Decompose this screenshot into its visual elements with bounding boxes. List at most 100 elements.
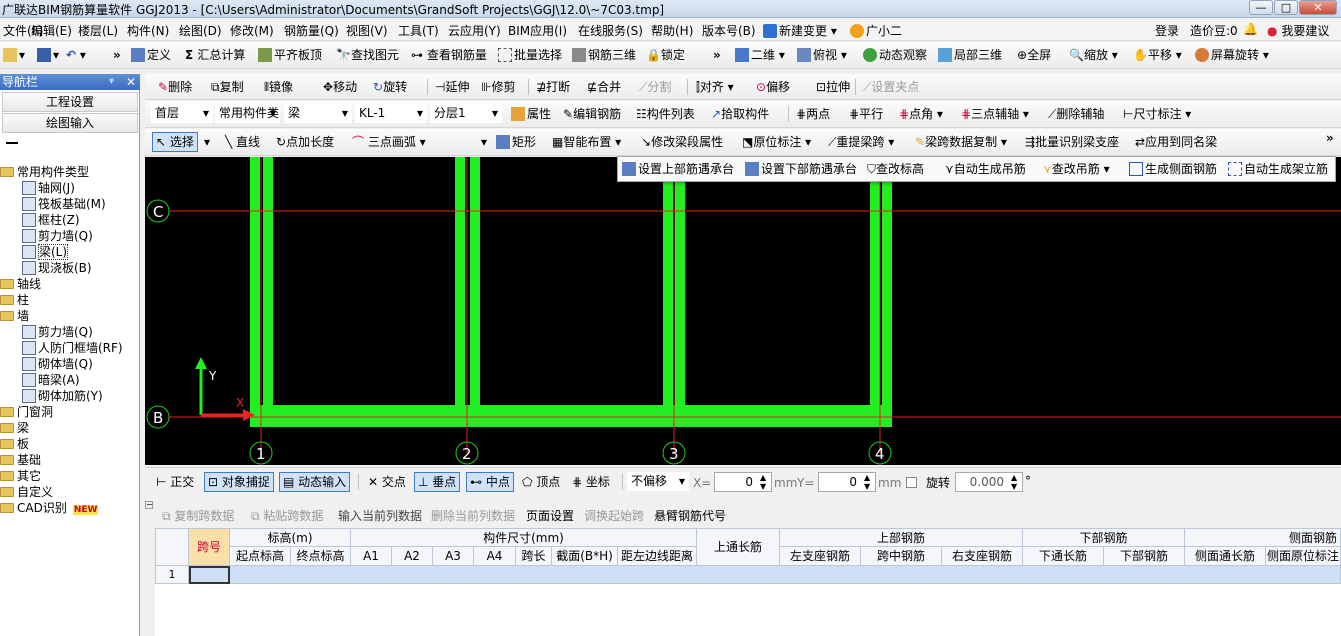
- menu-online[interactable]: 在线服务(S): [578, 22, 643, 39]
- nav-close-icon[interactable]: ✕: [126, 74, 136, 90]
- local-3d-button[interactable]: 局部三维: [938, 47, 1002, 65]
- header-top-through[interactable]: 上通长筋: [697, 528, 780, 566]
- copy-span-button[interactable]: ⧉ 复制跨数据: [162, 507, 234, 524]
- fullscreen-button[interactable]: ⊕全屏: [1017, 47, 1051, 65]
- floor-select[interactable]: 首层 ▼: [151, 104, 213, 123]
- copy-button[interactable]: ⧉复制: [211, 79, 244, 97]
- paste-span-button[interactable]: ⧉ 粘贴跨数据: [251, 507, 323, 524]
- menu-cloud[interactable]: 云应用(Y): [448, 22, 501, 39]
- element-list-button[interactable]: ☷构件列表: [636, 106, 695, 124]
- table-collapse-icon[interactable]: −: [145, 501, 153, 509]
- find-button[interactable]: 🔭查找图元: [336, 47, 399, 65]
- split-button[interactable]: ⟋分割: [639, 79, 671, 97]
- check-elev-button[interactable]: ⛉查改标高: [867, 161, 924, 179]
- break-button[interactable]: ⋣打断: [536, 79, 570, 97]
- parallel-button[interactable]: ⋕平行: [849, 106, 883, 124]
- maximize-button[interactable]: □: [1274, 0, 1298, 15]
- nav-tree-item[interactable]: 梁(L): [22, 244, 69, 260]
- view2d-dropdown[interactable]: 二维 ▾: [735, 47, 785, 65]
- type-select[interactable]: 梁 ▼: [284, 104, 352, 123]
- nav-tree-item[interactable]: 人防门框墙(RF): [22, 340, 123, 356]
- batch-support-button[interactable]: ⇶批量识别梁支座: [1025, 134, 1119, 152]
- vertex-toggle[interactable]: ⬠ 顶点: [518, 472, 564, 492]
- header-side-through[interactable]: 侧面通长筋: [1185, 547, 1266, 566]
- select-dropdown-icon[interactable]: ▾: [204, 134, 210, 152]
- bottom-rebar-cap-button[interactable]: 设置下部筋遇承台: [745, 161, 857, 179]
- header-mid[interactable]: 跨中钢筋: [861, 547, 942, 566]
- layer-select[interactable]: 分层1 ▼: [430, 104, 502, 123]
- three-point-aux-dropdown[interactable]: ⋕三点辅轴 ▾: [961, 106, 1029, 124]
- nav-tree-item[interactable]: 砌体加筋(Y): [22, 388, 103, 404]
- swap-start-button[interactable]: 调换起始跨: [584, 507, 644, 524]
- menu-element[interactable]: 构件(N): [127, 22, 169, 39]
- menu-help[interactable]: 帮助(H): [651, 22, 693, 39]
- toolbar-overflow-icon[interactable]: »: [1326, 130, 1334, 148]
- span-copy-dropdown[interactable]: ✎梁跨数据复制 ▾: [915, 134, 1007, 152]
- menu-edit[interactable]: 编辑(E): [31, 22, 72, 39]
- menu-modify[interactable]: 修改(M): [230, 22, 274, 39]
- header-bottom-rebar[interactable]: 下部钢筋: [1023, 528, 1185, 547]
- nav-tree-item[interactable]: 其它: [0, 468, 41, 484]
- extend-button[interactable]: ⊣延伸: [435, 79, 469, 97]
- rotate-screen-dropdown[interactable]: 屏幕旋转 ▾: [1195, 47, 1269, 65]
- nav-tree-item[interactable]: 框柱(Z): [22, 212, 80, 228]
- nav-tree-item[interactable]: 柱: [0, 292, 29, 308]
- header-dims[interactable]: 构件尺寸(mm): [351, 528, 697, 547]
- stretch-button[interactable]: ⊡拉伸: [816, 79, 850, 97]
- header-end-elev[interactable]: 终点标高: [291, 547, 351, 566]
- project-settings-button[interactable]: 工程设置: [2, 92, 138, 112]
- offset-mode-select[interactable]: 不偏移 ▼: [627, 472, 689, 491]
- pan-dropdown[interactable]: ✋平移 ▾: [1133, 47, 1182, 65]
- header-elev[interactable]: 标高(m): [230, 528, 351, 547]
- nav-tree-item[interactable]: CAD识别 NEW: [0, 500, 99, 516]
- x-spinner-icon[interactable]: ▲ ▼: [760, 473, 766, 491]
- cad-canvas[interactable]: C B 1 2 3 4 Y X: [145, 157, 1341, 465]
- zoom-dropdown[interactable]: 🔍缩放 ▾: [1069, 47, 1118, 65]
- header-span[interactable]: 跨号: [189, 528, 230, 566]
- nav-tree-item[interactable]: 筏板基础(M): [22, 196, 106, 212]
- re-span-dropdown[interactable]: ⟋重提梁跨 ▾: [828, 134, 894, 152]
- arc3-dropdown[interactable]: ⌒ 三点画弧 ▾: [352, 134, 426, 152]
- page-setup-button[interactable]: 页面设置: [526, 507, 574, 524]
- new-change-menu[interactable]: 新建变更 ▾: [763, 22, 837, 39]
- batch-select-button[interactable]: 批量选择: [498, 47, 562, 65]
- edit-rebar-button[interactable]: ✎编辑钢筋: [563, 106, 621, 124]
- select-button[interactable]: ↖ 选择: [152, 132, 198, 152]
- header-a4[interactable]: A4: [474, 547, 516, 566]
- input-col-button[interactable]: 输入当前列数据: [338, 507, 422, 524]
- mirror-button[interactable]: ⫴镜像: [264, 79, 293, 97]
- delete-col-button[interactable]: 删除当前列数据: [431, 507, 515, 524]
- category-select[interactable]: 常用构件类 ▼: [215, 104, 280, 123]
- rotate-checkbox[interactable]: [906, 477, 917, 488]
- bell-icon[interactable]: 🔔: [1243, 22, 1258, 36]
- check-hanger-dropdown[interactable]: ⋎查改吊筋 ▾: [1043, 161, 1110, 179]
- rotate-button[interactable]: ↻旋转: [373, 79, 407, 97]
- more-toolbar-icon[interactable]: »: [113, 47, 121, 65]
- align-dropdown[interactable]: ⫿对齐 ▾: [696, 79, 734, 97]
- nav-tree-item[interactable]: 梁: [0, 420, 29, 436]
- header-right-sup[interactable]: 右支座钢筋: [942, 547, 1023, 566]
- header-a2[interactable]: A2: [392, 547, 433, 566]
- top-rebar-cap-button[interactable]: 设置上部筋遇承台: [622, 161, 734, 179]
- nav-tree-item[interactable]: 常用构件类型: [0, 164, 89, 180]
- nav-tree-item[interactable]: 轴线: [0, 276, 41, 292]
- modify-span-button[interactable]: ↘修改梁段属性: [641, 134, 723, 152]
- menu-tools[interactable]: 工具(T): [398, 22, 439, 39]
- set-grip-button[interactable]: ⟋设置夹点: [863, 79, 919, 97]
- calc-button[interactable]: Σ 汇总计算: [185, 47, 245, 65]
- table-row[interactable]: [230, 566, 1341, 584]
- menu-bim[interactable]: BIM应用(I): [508, 22, 567, 39]
- menu-rebar[interactable]: 钢筋量(Q): [284, 22, 339, 39]
- header-bot-rebar[interactable]: 下部钢筋: [1104, 547, 1185, 566]
- flat-board-button[interactable]: 平齐板顶: [258, 47, 322, 65]
- header-a1[interactable]: A1: [351, 547, 392, 566]
- assistant-menu[interactable]: 广小二: [850, 22, 902, 39]
- y-spinner-icon[interactable]: ▲ ▼: [864, 473, 870, 491]
- open-icon[interactable]: ▾: [3, 47, 25, 65]
- header-start-elev[interactable]: 起点标高: [230, 547, 291, 566]
- menu-draw[interactable]: 绘图(D): [179, 22, 222, 39]
- header-side-rebar[interactable]: 侧面钢筋: [1185, 528, 1341, 547]
- smart-layout-dropdown[interactable]: ▦智能布置 ▾: [552, 134, 621, 152]
- delete-aux-button[interactable]: ⟋删除辅轴: [1048, 106, 1104, 124]
- nav-tree-item[interactable]: 现浇板(B): [22, 260, 92, 276]
